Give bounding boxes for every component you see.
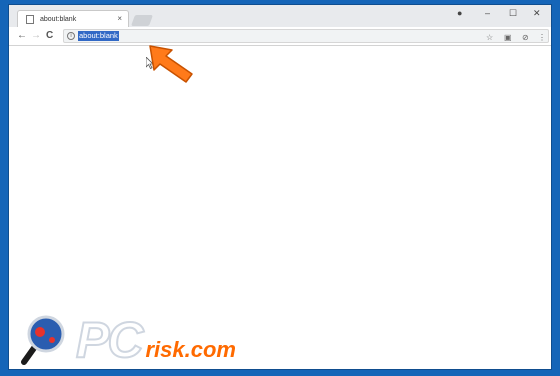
logo-wordmark: PC risk.com [75,312,236,368]
tab-about-blank[interactable]: about:blank × [17,10,129,27]
extension-icon[interactable]: ▣ [504,33,512,43]
minimize-button[interactable]: – [485,9,490,18]
new-tab-button[interactable] [130,15,154,26]
pcrisk-logo: PC risk.com [18,312,348,368]
url-text[interactable]: about:blank [78,31,119,41]
reload-button[interactable]: C [46,29,53,43]
maximize-button[interactable]: ☐ [509,9,517,18]
browser-toolbar: ← → C i about:blank ☆ ▣ ⊘ ⋮ [9,27,551,46]
logo-pc-text: PC [75,312,144,368]
account-icon[interactable]: ● [457,9,462,18]
close-window-button[interactable]: ✕ [533,9,541,18]
back-button[interactable]: ← [17,29,27,43]
tab-strip: about:blank × ● – ☐ ✕ [9,5,551,27]
tab-title: about:blank [40,15,77,23]
forward-button[interactable]: → [31,29,41,43]
page-icon [26,14,34,24]
logo-risk-text: risk.com [145,337,236,362]
magnifier-logo-icon [21,315,65,365]
menu-icon[interactable]: ⋮ [538,33,546,43]
bookmark-star-icon[interactable]: ☆ [486,33,493,43]
address-bar[interactable]: i about:blank ☆ ▣ ⊘ ⋮ [63,29,549,43]
pointing-arrow-icon [149,45,193,83]
extension-icon-2[interactable]: ⊘ [522,33,529,43]
info-icon[interactable]: i [67,32,75,40]
tab-close-icon[interactable]: × [117,15,122,23]
